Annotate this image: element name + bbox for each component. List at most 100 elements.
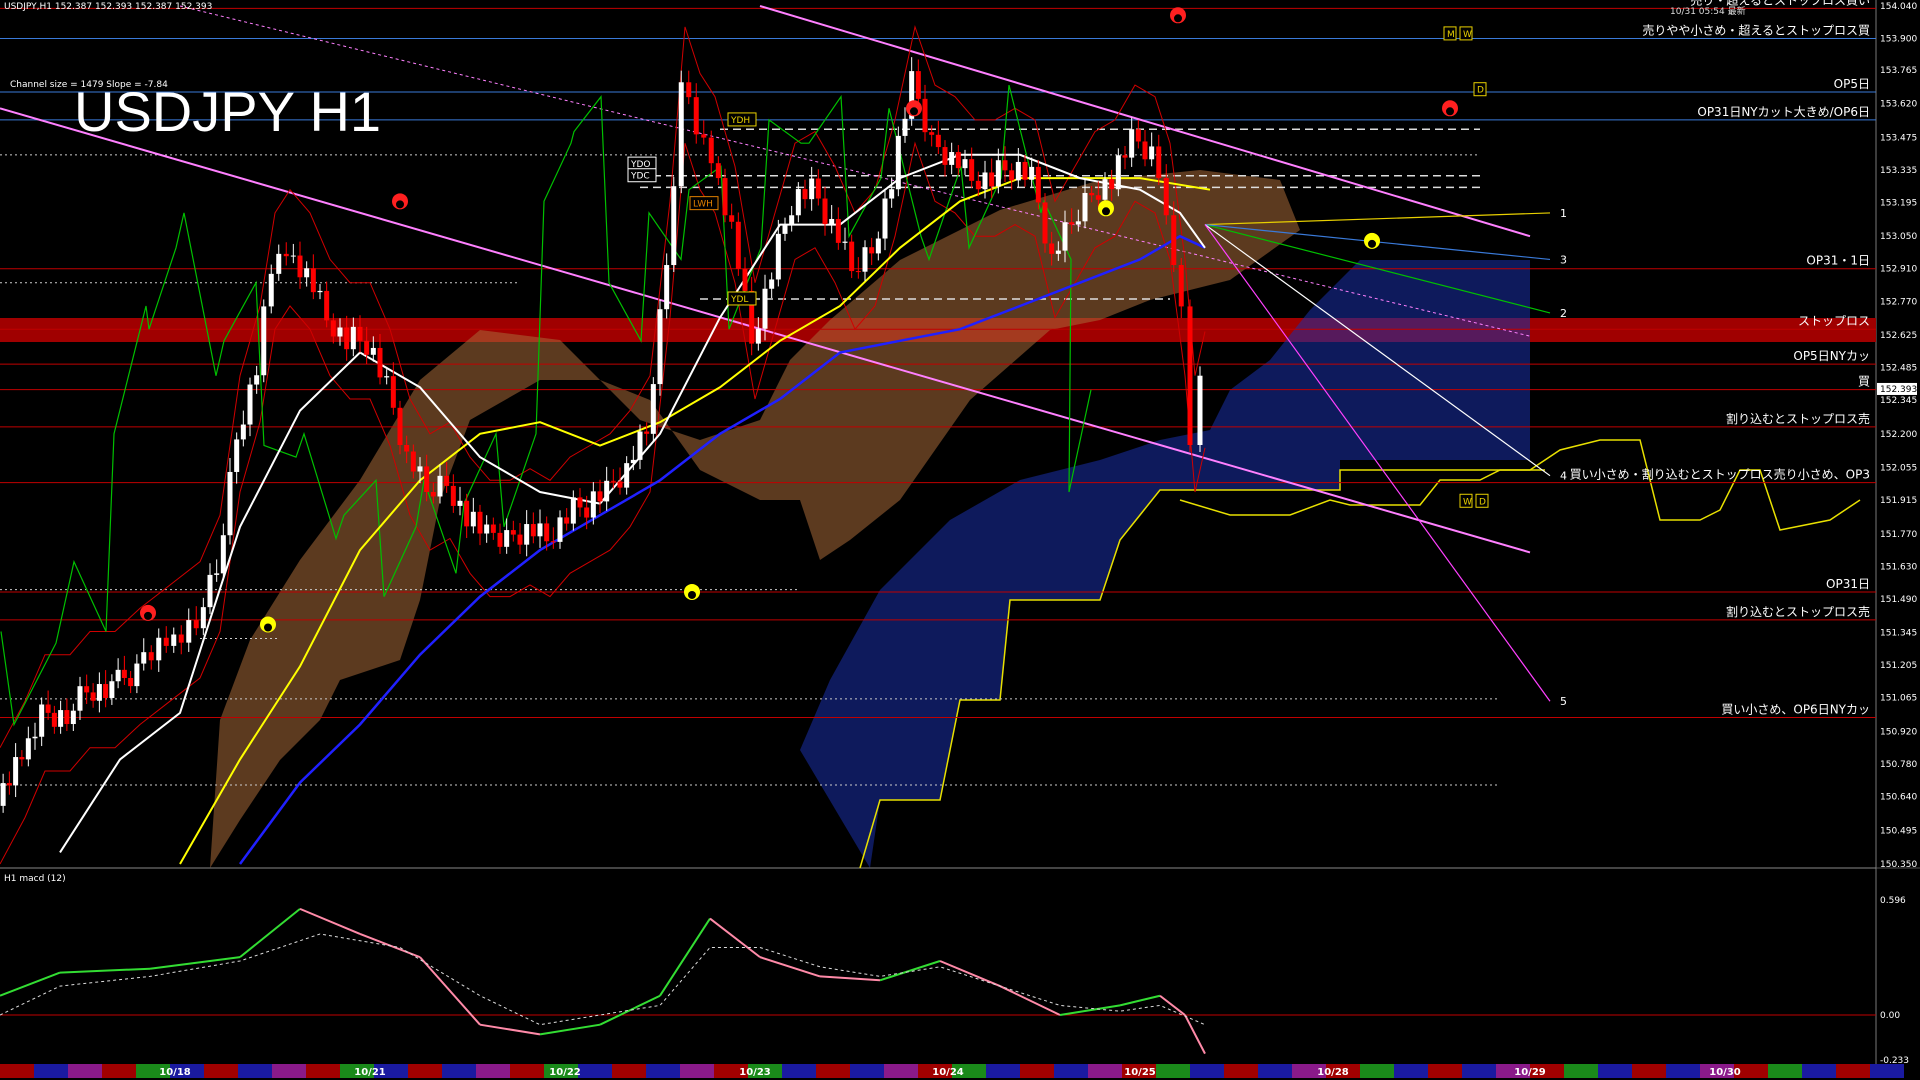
level-label: OP31・1日 bbox=[1806, 254, 1870, 268]
date-strip-cell bbox=[1428, 1064, 1462, 1078]
candle-body bbox=[220, 535, 226, 574]
candle-body bbox=[570, 497, 576, 524]
date-strip-cell bbox=[578, 1064, 612, 1078]
price-tick-label: 151.065 bbox=[1880, 694, 1917, 704]
date-label: 10/29 bbox=[1514, 1067, 1546, 1078]
candle-body bbox=[1082, 192, 1088, 222]
date-strip-cell bbox=[476, 1064, 510, 1078]
price-tick-label: 153.765 bbox=[1880, 66, 1917, 76]
candle-body bbox=[1122, 155, 1128, 158]
date-strip-cell bbox=[1870, 1064, 1904, 1078]
date-strip-cell bbox=[1156, 1064, 1190, 1078]
date-strip-cell bbox=[442, 1064, 476, 1078]
fractal-high-inner bbox=[144, 611, 152, 620]
candle-body bbox=[310, 268, 316, 293]
candle-body bbox=[430, 491, 436, 497]
candle-body bbox=[304, 268, 310, 278]
candle-body bbox=[1042, 202, 1048, 244]
macd-label: H1 macd (12) bbox=[4, 874, 66, 884]
price-chart[interactable]: 売り・超えるとストップロス買い売りやや小さめ・超えるとストップロス買OP5日OP… bbox=[0, 0, 1920, 1080]
candle-body bbox=[604, 480, 610, 502]
candle-body bbox=[450, 485, 456, 506]
macd-tick-label: 0.00 bbox=[1880, 1011, 1900, 1021]
candle-body bbox=[1015, 161, 1021, 181]
candle-body bbox=[1163, 178, 1169, 216]
date-strip-cell bbox=[204, 1064, 238, 1078]
candle-body bbox=[504, 530, 510, 547]
candle-body bbox=[457, 500, 463, 506]
date-strip-cell bbox=[816, 1064, 850, 1078]
candle-body bbox=[45, 704, 51, 713]
date-label: 10/30 bbox=[1709, 1067, 1741, 1078]
date-strip-cell bbox=[646, 1064, 680, 1078]
candle-body bbox=[171, 634, 177, 646]
price-tick-label: 154.040 bbox=[1880, 2, 1917, 12]
price-tick-label: 153.900 bbox=[1880, 35, 1917, 45]
price-tick-label: 152.625 bbox=[1880, 331, 1917, 341]
candle-body bbox=[134, 663, 140, 687]
candle-body bbox=[715, 163, 721, 179]
candle-body bbox=[882, 198, 888, 239]
candle-body bbox=[96, 684, 102, 701]
date-strip-cell bbox=[1632, 1064, 1666, 1078]
watermark-title: USDJPY H1 bbox=[74, 80, 382, 143]
candle-body bbox=[577, 497, 583, 508]
price-tick-label: 152.345 bbox=[1880, 396, 1917, 406]
candle-body bbox=[25, 738, 31, 760]
date-strip-cell bbox=[1666, 1064, 1700, 1078]
candle-body bbox=[686, 82, 692, 98]
candle-body bbox=[477, 511, 483, 534]
candle-body bbox=[1089, 192, 1095, 196]
candle-body bbox=[357, 326, 363, 341]
price-tick-label: 151.630 bbox=[1880, 562, 1917, 572]
date-strip-cell bbox=[102, 1064, 136, 1078]
fractal-high-inner bbox=[1174, 14, 1182, 23]
candle-body bbox=[254, 375, 260, 385]
fractal-high-inner bbox=[910, 107, 918, 116]
level-label: 売りやや小さめ・超えるとストップロス買 bbox=[1642, 23, 1870, 38]
level-label: 割り込むとストップロス売 bbox=[1726, 604, 1870, 619]
fractal-high-inner bbox=[1446, 107, 1454, 116]
candle-body bbox=[969, 159, 975, 181]
candle-body bbox=[214, 573, 220, 575]
price-tick-label: 151.205 bbox=[1880, 661, 1917, 671]
candle-body bbox=[742, 268, 748, 291]
date-strip-cell bbox=[1020, 1064, 1054, 1078]
candle-body bbox=[1129, 129, 1135, 158]
tag-label: D bbox=[1477, 86, 1484, 96]
price-tick-label: 153.195 bbox=[1880, 198, 1917, 208]
candle-body bbox=[247, 384, 253, 425]
candle-body bbox=[234, 439, 240, 472]
date-strip-cell bbox=[1802, 1064, 1836, 1078]
date-strip-cell bbox=[1768, 1064, 1802, 1078]
tag-label: M bbox=[1447, 30, 1455, 40]
candle-body bbox=[975, 180, 981, 190]
level-label: ストップロス bbox=[1798, 314, 1870, 328]
candle-body bbox=[564, 517, 570, 524]
candle-body bbox=[869, 247, 875, 254]
candle-body bbox=[1197, 375, 1203, 445]
candle-body bbox=[115, 669, 121, 682]
candle-body bbox=[849, 241, 855, 272]
candle-body bbox=[1171, 215, 1177, 266]
candle-body bbox=[1187, 306, 1193, 445]
candle-body bbox=[1022, 161, 1028, 180]
candle-body bbox=[464, 500, 470, 527]
candle-body bbox=[510, 530, 516, 535]
candle-body bbox=[815, 178, 821, 199]
candle-body bbox=[330, 320, 336, 337]
candle-body bbox=[915, 71, 921, 99]
date-label: 10/23 bbox=[739, 1067, 771, 1078]
candle-body bbox=[268, 273, 274, 307]
candle-body bbox=[1069, 222, 1075, 225]
candle-body bbox=[51, 712, 57, 727]
level-label: OP5日 bbox=[1834, 77, 1870, 91]
date-strip-cell bbox=[1598, 1064, 1632, 1078]
candle-body bbox=[109, 681, 115, 698]
candle-body bbox=[261, 306, 267, 376]
candle-body bbox=[444, 475, 450, 486]
candle-body bbox=[1002, 160, 1008, 171]
tag-label: YDL bbox=[730, 295, 748, 305]
candle-body bbox=[227, 471, 233, 536]
candle-body bbox=[729, 215, 735, 222]
